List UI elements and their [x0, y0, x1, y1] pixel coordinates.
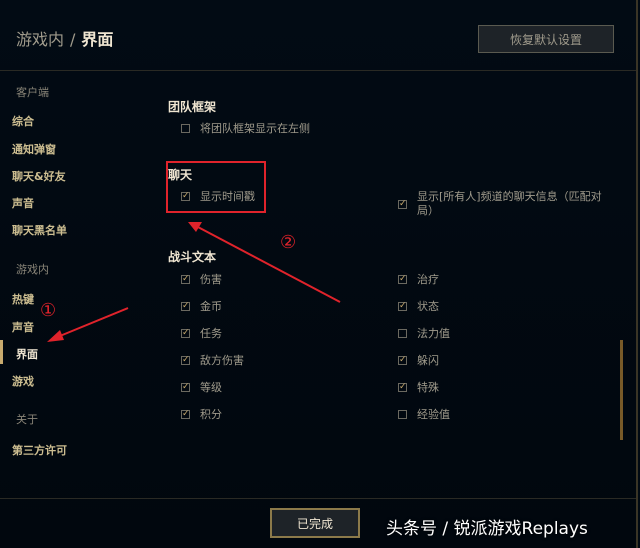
annotation-arrows	[47, 222, 341, 342]
watermark-text: 头条号 / 锐派游戏Replays	[386, 519, 588, 539]
annotation-marker-1: ①	[40, 300, 57, 321]
annotation-marker-2: ②	[280, 232, 297, 253]
annotation-arrow-1	[47, 307, 129, 342]
annotation-arrow-2	[188, 222, 341, 303]
